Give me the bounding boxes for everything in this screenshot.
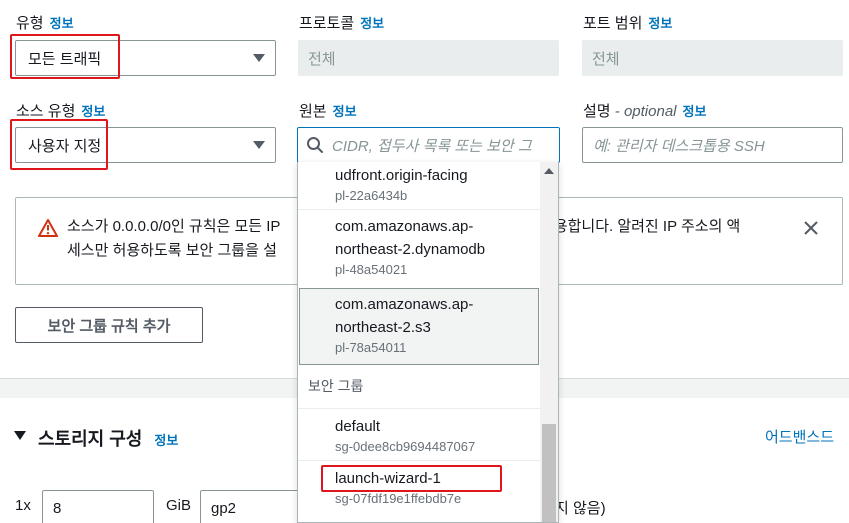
dropdown-separator (298, 209, 540, 210)
volume-type-select[interactable]: gp2 (200, 490, 310, 523)
source-type-info-link[interactable]: 정보 (81, 104, 105, 119)
description-input[interactable]: 예: 관리자 데스크톱용 SSH (582, 127, 843, 163)
source-dropdown[interactable]: udfront.origin-facing pl-22a6434b com.am… (297, 162, 559, 523)
storage-info-link[interactable]: 정보 (154, 433, 178, 448)
source-label: 원본 정보 (299, 103, 357, 120)
dropdown-item-cloudfront[interactable]: udfront.origin-facing pl-22a6434b (298, 164, 540, 205)
alert-line-1-right: 허용합니다. 알려진 IP 주소의 액 (540, 218, 741, 235)
dropdown-scrollbar[interactable] (540, 162, 558, 522)
protocol-input: 전체 (298, 40, 559, 76)
dropdown-item-default-sg[interactable]: default sg-0dee8cb9694487067 (298, 415, 540, 456)
alert-line-1-left: 소스가 0.0.0.0/0인 규칙은 모든 IP (67, 218, 281, 235)
volume-size-input[interactable]: 8 (42, 490, 154, 523)
source-search-input[interactable]: CIDR, 접두사 목록 또는 보안 그 (297, 127, 560, 163)
scroll-thumb[interactable] (542, 424, 556, 522)
highlight-box-source-type (10, 119, 108, 170)
alert-line-2-left: 세스만 허용하도록 보안 그룹을 설 (67, 242, 277, 259)
port-range-label: 포트 범위 정보 (583, 15, 673, 32)
security-group-heading: 보안 그룹 (308, 378, 364, 394)
advanced-link[interactable]: 어드밴스드 (765, 426, 834, 447)
search-icon (307, 137, 323, 153)
description-info-link[interactable]: 정보 (683, 104, 707, 119)
protocol-info-link[interactable]: 정보 (360, 16, 384, 31)
storage-title: 스토리지 구성 정보 (38, 429, 179, 449)
collapse-caret-icon[interactable] (14, 431, 26, 440)
scroll-up-arrow-icon[interactable] (544, 168, 554, 174)
type-label: 유형 정보 (16, 15, 74, 32)
storage-trailing-text: 지 않음) (555, 500, 606, 517)
close-icon[interactable] (803, 220, 819, 236)
dropdown-separator (298, 460, 540, 461)
highlight-box-type (10, 34, 120, 79)
port-range-info-link[interactable]: 정보 (648, 16, 672, 31)
volume-count: 1x (15, 497, 31, 514)
source-type-label: 소스 유형 정보 (16, 103, 106, 120)
dropdown-item-s3[interactable]: com.amazonaws.ap- northeast-2.s3 pl-78a5… (298, 293, 540, 357)
dropdown-item-dynamodb[interactable]: com.amazonaws.ap- northeast-2.dynamodb p… (298, 215, 540, 279)
caret-down-icon (253, 54, 265, 62)
volume-unit: GiB (166, 497, 192, 514)
type-info-link[interactable]: 정보 (50, 16, 74, 31)
highlight-box-launch-wizard (321, 465, 502, 492)
source-info-link[interactable]: 정보 (333, 104, 357, 119)
description-label: 설명 - optional 정보 (583, 103, 707, 120)
add-rule-button[interactable]: 보안 그룹 규칙 추가 (15, 307, 203, 343)
caret-down-icon (253, 141, 265, 149)
warning-icon (38, 219, 58, 237)
dropdown-separator (298, 408, 540, 409)
port-range-input: 전체 (582, 40, 843, 76)
protocol-label: 프로토콜 정보 (299, 15, 385, 32)
